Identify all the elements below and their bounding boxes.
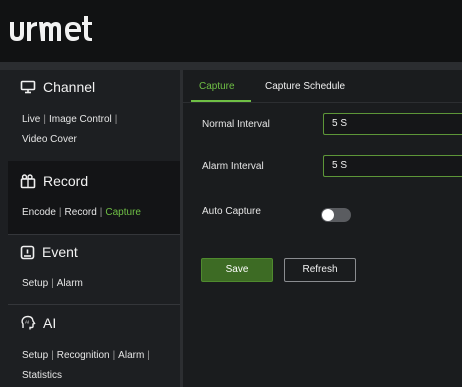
tab-capture[interactable]: Capture bbox=[199, 81, 235, 92]
record-icon bbox=[20, 173, 36, 188]
separator: | bbox=[43, 114, 46, 125]
sidebar-section-ai: AI AI Setup | Recognition | Alarm | Statistic… bbox=[8, 304, 180, 387]
sidebar-title-channel: Channel bbox=[43, 79, 96, 95]
sidebar-links-channel: Live | Image Control | Video Cover bbox=[22, 110, 172, 150]
sidebar-heading-record[interactable]: Record bbox=[20, 173, 88, 189]
separator: | bbox=[51, 278, 54, 289]
sidebar-section-channel: Channel Live | Image Control | Video Cover bbox=[8, 70, 180, 162]
separator: | bbox=[58, 207, 62, 218]
urmet-logo bbox=[10, 16, 92, 41]
sidebar-link-video-cover[interactable]: Video Cover bbox=[22, 134, 77, 145]
sidebar: Channel Live | Image Control | Video Cover … bbox=[0, 70, 183, 387]
sidebar-link-capture[interactable]: Capture bbox=[105, 207, 141, 218]
separator: | bbox=[112, 350, 116, 361]
separator: | bbox=[99, 207, 103, 218]
sidebar-title-event: Event bbox=[42, 244, 78, 260]
refresh-button[interactable]: Refresh bbox=[284, 258, 356, 282]
sidebar-link-encode[interactable]: Encode bbox=[22, 207, 56, 218]
sidebar-link-image-control[interactable]: Image Control bbox=[49, 114, 112, 125]
event-alert-icon bbox=[20, 245, 35, 259]
main-content: Capture Capture Schedule Normal Interval… bbox=[183, 70, 462, 387]
sidebar-link-live[interactable]: Live bbox=[22, 114, 40, 125]
top-bar bbox=[0, 0, 462, 62]
auto-capture-label: Auto Capture bbox=[202, 206, 261, 217]
sidebar-links-event: Setup | Alarm bbox=[22, 274, 172, 294]
sidebar-section-event: Event Setup | Alarm bbox=[8, 234, 180, 305]
tab-capture-schedule[interactable]: Capture Schedule bbox=[265, 81, 345, 92]
sidebar-section-record: Record Encode | Record | Capture bbox=[8, 161, 180, 235]
auto-capture-toggle[interactable] bbox=[321, 208, 351, 222]
sidebar-links-ai: Setup | Recognition | Alarm | Statistics bbox=[22, 346, 172, 386]
normal-interval-select[interactable]: 5 S bbox=[323, 113, 462, 135]
sidebar-link-statistics[interactable]: Statistics bbox=[22, 370, 62, 381]
sidebar-heading-ai[interactable]: AI AI bbox=[20, 315, 56, 331]
toggle-knob bbox=[322, 209, 334, 221]
alarm-interval-select[interactable]: 5 S bbox=[323, 155, 462, 177]
separator: | bbox=[114, 114, 118, 125]
monitor-icon bbox=[20, 80, 36, 94]
separator: | bbox=[51, 350, 54, 361]
sidebar-link-recognition[interactable]: Recognition bbox=[57, 350, 110, 361]
active-tab-indicator bbox=[191, 100, 251, 102]
normal-interval-label: Normal Interval bbox=[202, 119, 270, 130]
tab-bar: Capture Capture Schedule bbox=[183, 70, 462, 103]
sidebar-link-ai-setup[interactable]: Setup bbox=[22, 350, 48, 361]
header-divider bbox=[0, 62, 462, 70]
sidebar-links-record: Encode | Record | Capture bbox=[22, 203, 172, 223]
sidebar-link-ai-alarm[interactable]: Alarm bbox=[118, 350, 144, 361]
sidebar-link-setup[interactable]: Setup bbox=[22, 278, 48, 289]
sidebar-title-record: Record bbox=[43, 173, 89, 189]
sidebar-heading-event[interactable]: Event bbox=[20, 244, 78, 260]
save-button[interactable]: Save bbox=[201, 258, 273, 282]
svg-text:AI: AI bbox=[25, 320, 29, 325]
alarm-interval-label: Alarm Interval bbox=[202, 161, 264, 172]
sidebar-link-record[interactable]: Record bbox=[65, 207, 97, 218]
separator: | bbox=[147, 350, 150, 361]
sidebar-heading-channel[interactable]: Channel bbox=[20, 79, 95, 95]
sidebar-title-ai: AI bbox=[43, 315, 57, 331]
ai-icon: AI bbox=[21, 315, 36, 330]
sidebar-link-alarm[interactable]: Alarm bbox=[57, 278, 83, 289]
